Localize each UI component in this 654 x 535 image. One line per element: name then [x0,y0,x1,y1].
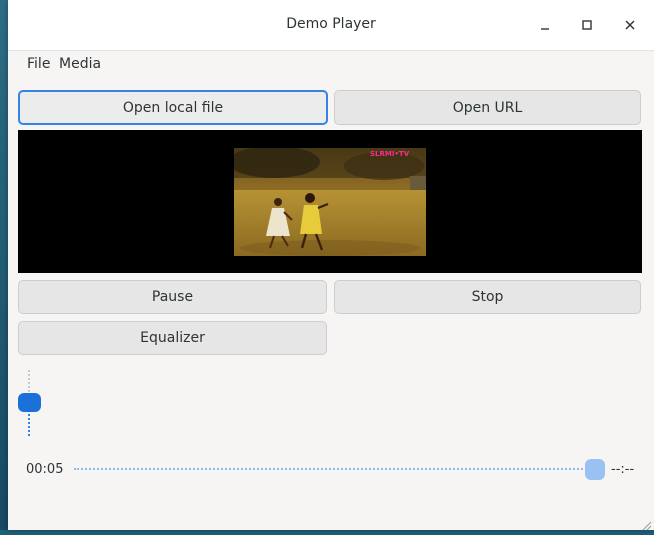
equalizer-button[interactable]: Equalizer [18,321,327,355]
minimize-icon [541,28,549,30]
video-scene-image [234,148,426,256]
seek-slider-handle[interactable] [585,459,605,480]
resize-grip[interactable] [640,516,652,531]
maximize-icon [582,20,592,30]
title-bar[interactable]: Demo Player [8,0,654,51]
volume-track-upper[interactable] [28,370,32,392]
video-frame: SLRMI•TV [234,148,426,256]
current-time-label: 00:05 [26,462,64,477]
maximize-button[interactable] [574,12,600,38]
resize-grip-icon [642,521,652,531]
stop-button[interactable]: Stop [334,280,641,314]
minimize-button[interactable] [532,12,558,38]
video-area[interactable]: SLRMI•TV [18,130,642,273]
total-time-label: --:-- [611,462,635,477]
open-url-button[interactable]: Open URL [334,90,641,125]
pause-button[interactable]: Pause [18,280,327,314]
close-button[interactable] [617,12,643,38]
open-local-file-button[interactable]: Open local file [18,90,328,125]
volume-slider-handle[interactable] [18,393,41,412]
app-window: Demo Player File Media Open local file O… [8,0,654,531]
volume-track-filled[interactable] [28,414,32,436]
menu-bar: File Media [8,51,654,77]
menu-media[interactable]: Media [59,56,101,72]
menu-file[interactable]: File [27,56,50,72]
close-icon [625,20,635,30]
seek-slider-track[interactable] [74,468,598,472]
video-watermark: SLRMI•TV [370,150,410,158]
